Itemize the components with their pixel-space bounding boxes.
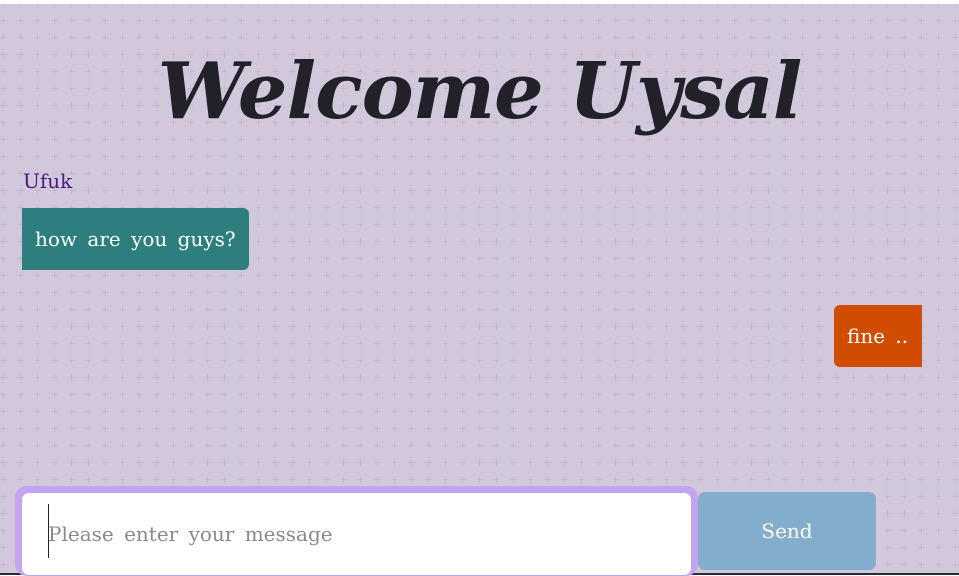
message-bubble-outgoing: fine .. xyxy=(834,305,922,367)
message-bubble-incoming: how are you guys? xyxy=(22,208,249,270)
text-caret xyxy=(48,504,49,558)
sender-name: Ufuk xyxy=(23,169,73,193)
send-button[interactable]: Send xyxy=(698,492,876,570)
page-title: Welcome Uysal xyxy=(157,46,803,137)
message-input[interactable] xyxy=(22,493,691,575)
